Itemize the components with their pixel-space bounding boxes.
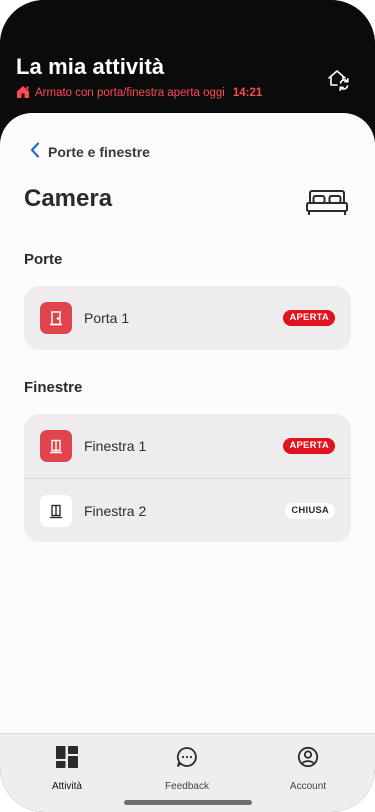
status-badge: CHIUSA	[285, 503, 335, 519]
section-title-doors: Porte	[24, 251, 63, 268]
tab-label: Attività	[51, 781, 82, 792]
app-screen: La mia attività Armato con porta/finestr…	[0, 0, 375, 812]
home-sync-icon[interactable]	[325, 66, 351, 92]
content-sheet: Porte e finestre Camera Porte Porta 1 AP…	[0, 113, 375, 733]
arming-status-text: Armato con porta/finestra aperta oggi	[35, 87, 225, 99]
door-icon	[40, 302, 72, 334]
house-alert-icon	[16, 85, 30, 102]
list-item-porta-1[interactable]: Porta 1 APERTA	[24, 286, 351, 350]
list-item-label: Finestra 1	[84, 438, 147, 454]
back-button[interactable]: Porte e finestre	[30, 141, 150, 163]
list-item-label: Finestra 2	[84, 502, 147, 519]
status-badge: APERTA	[283, 310, 335, 326]
tab-account[interactable]: Account	[258, 746, 358, 792]
bed-icon	[305, 189, 349, 217]
list-item-finestra-2[interactable]: Finestra 2 CHIUSA	[24, 478, 351, 542]
tab-feedback[interactable]: Feedback	[137, 746, 237, 792]
list-item-finestra-1[interactable]: Finestra 1 APERTA	[24, 414, 351, 478]
chevron-left-icon	[30, 141, 40, 163]
tab-label: Feedback	[165, 781, 209, 792]
section-title-windows: Finestre	[24, 379, 83, 396]
tab-bar: Attività Feedback Account	[0, 733, 375, 812]
doors-card: Porta 1 APERTA	[24, 286, 351, 350]
page-title: La mia attività	[16, 54, 165, 79]
windows-card: Finestra 1 APERTA Finestra 2 CHIUSA	[24, 414, 351, 542]
account-icon	[297, 746, 319, 773]
tab-label: Account	[289, 781, 327, 792]
arming-status-time: 14:21	[232, 87, 263, 99]
chat-bubble-icon	[176, 746, 198, 773]
window-icon	[40, 430, 72, 462]
back-button-label: Porte e finestre	[48, 144, 150, 160]
window-icon	[40, 494, 72, 527]
status-badge: APERTA	[283, 438, 335, 454]
dashboard-icon	[56, 746, 78, 773]
tab-attivita[interactable]: Attività	[17, 746, 117, 792]
home-indicator	[124, 800, 252, 805]
list-item-label: Porta 1	[84, 310, 130, 326]
room-title: Camera	[24, 185, 113, 212]
arming-status: Armato con porta/finestra aperta oggi 14…	[16, 85, 262, 101]
